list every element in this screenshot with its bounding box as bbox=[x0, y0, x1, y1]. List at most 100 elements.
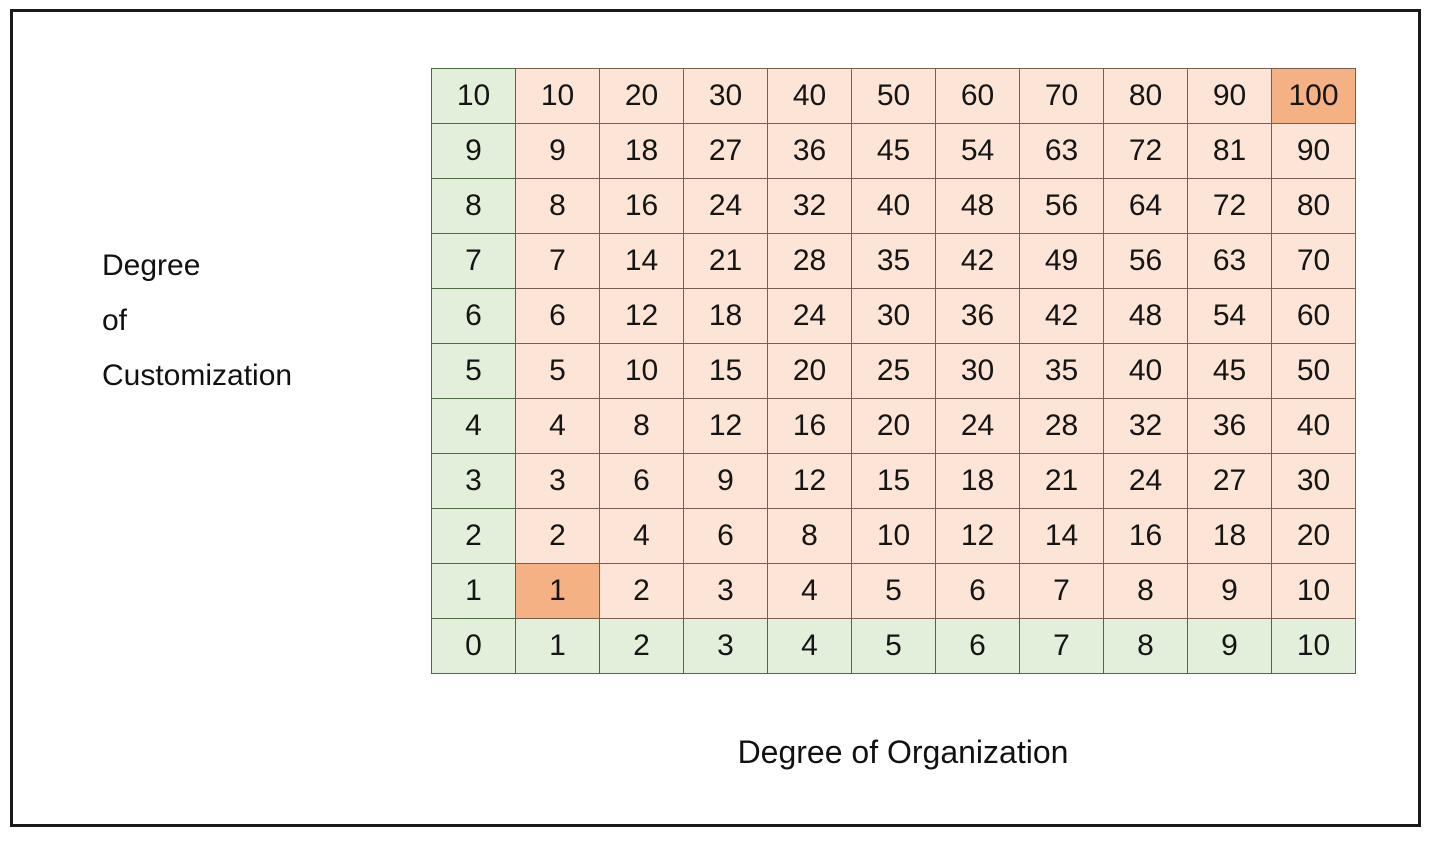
matrix-cell-3x4: 12 bbox=[767, 453, 852, 509]
highlighted-cell-1x1: 1 bbox=[515, 563, 600, 619]
matrix-cell-2x6: 12 bbox=[935, 508, 1020, 564]
matrix-cell-10x2: 20 bbox=[599, 68, 684, 124]
matrix-cell-5x8: 40 bbox=[1103, 343, 1188, 399]
matrix-cell-6x5: 30 bbox=[851, 288, 936, 344]
matrix-cell-6x1: 6 bbox=[515, 288, 600, 344]
matrix-cell-5x3: 15 bbox=[683, 343, 768, 399]
row-header-5: 5 bbox=[431, 343, 516, 399]
row-header-7: 7 bbox=[431, 233, 516, 289]
matrix-cell-6x10: 60 bbox=[1271, 288, 1356, 344]
matrix-cell-7x9: 63 bbox=[1187, 233, 1272, 289]
matrix-cell-5x9: 45 bbox=[1187, 343, 1272, 399]
column-header-2: 2 bbox=[599, 618, 684, 674]
matrix-cell-1x8: 8 bbox=[1103, 563, 1188, 619]
y-axis-label-line-2: of bbox=[102, 304, 128, 337]
row-header-6: 6 bbox=[431, 288, 516, 344]
multiplication-matrix: 10 10 20 30 40 50 60 70 80 90 100 9 9 18 27 36 45 54 63 72 8… bbox=[431, 68, 1356, 674]
matrix-cell-9x4: 36 bbox=[767, 123, 852, 179]
column-header-7: 7 bbox=[1019, 618, 1104, 674]
matrix-cell-7x6: 42 bbox=[935, 233, 1020, 289]
matrix-cell-1x2: 2 bbox=[599, 563, 684, 619]
matrix-cell-5x6: 30 bbox=[935, 343, 1020, 399]
y-axis-label-line-1: Degree bbox=[102, 249, 201, 282]
row-header-8: 8 bbox=[431, 178, 516, 234]
matrix-cell-9x1: 9 bbox=[515, 123, 600, 179]
matrix-cell-4x4: 16 bbox=[767, 398, 852, 454]
matrix-cell-3x3: 9 bbox=[683, 453, 768, 509]
matrix-cell-3x1: 3 bbox=[515, 453, 600, 509]
matrix-cell-8x7: 56 bbox=[1019, 178, 1104, 234]
row-header-9: 9 bbox=[431, 123, 516, 179]
matrix-cell-7x1: 7 bbox=[515, 233, 600, 289]
matrix-row-axis: 0 1 2 3 4 5 6 7 8 9 10 bbox=[431, 618, 1356, 674]
matrix-cell-9x2: 18 bbox=[599, 123, 684, 179]
matrix-cell-2x1: 2 bbox=[515, 508, 600, 564]
matrix-row: 5 5 10 15 20 25 30 35 40 45 50 bbox=[431, 343, 1356, 399]
matrix-cell-3x8: 24 bbox=[1103, 453, 1188, 509]
matrix-cell-3x10: 30 bbox=[1271, 453, 1356, 509]
matrix-cell-5x4: 20 bbox=[767, 343, 852, 399]
matrix-cell-9x3: 27 bbox=[683, 123, 768, 179]
matrix-cell-8x9: 72 bbox=[1187, 178, 1272, 234]
matrix-cell-6x6: 36 bbox=[935, 288, 1020, 344]
matrix-cell-4x2: 8 bbox=[599, 398, 684, 454]
matrix-cell-8x5: 40 bbox=[851, 178, 936, 234]
matrix-cell-8x3: 24 bbox=[683, 178, 768, 234]
matrix-cell-2x5: 10 bbox=[851, 508, 936, 564]
matrix-cell-2x10: 20 bbox=[1271, 508, 1356, 564]
matrix-cell-1x7: 7 bbox=[1019, 563, 1104, 619]
matrix-cell-10x4: 40 bbox=[767, 68, 852, 124]
column-header-8: 8 bbox=[1103, 618, 1188, 674]
slide-frame: Degree of Customization 10 10 20 30 40 50 60 70… bbox=[10, 9, 1421, 827]
matrix-cell-3x2: 6 bbox=[599, 453, 684, 509]
matrix-row: 6 6 12 18 24 30 36 42 48 54 60 bbox=[431, 288, 1356, 344]
matrix-cell-6x9: 54 bbox=[1187, 288, 1272, 344]
matrix-cell-1x10: 10 bbox=[1271, 563, 1356, 619]
matrix-cell-5x1: 5 bbox=[515, 343, 600, 399]
column-header-1: 1 bbox=[515, 618, 600, 674]
matrix-cell-4x7: 28 bbox=[1019, 398, 1104, 454]
matrix-cell-1x3: 3 bbox=[683, 563, 768, 619]
matrix-cell-6x8: 48 bbox=[1103, 288, 1188, 344]
matrix-cell-2x4: 8 bbox=[767, 508, 852, 564]
origin-cell: 0 bbox=[431, 618, 516, 674]
matrix-cell-7x4: 28 bbox=[767, 233, 852, 289]
highlighted-cell-10x10: 100 bbox=[1271, 68, 1356, 124]
matrix-cell-8x1: 8 bbox=[515, 178, 600, 234]
matrix-cell-5x7: 35 bbox=[1019, 343, 1104, 399]
row-header-10: 10 bbox=[431, 68, 516, 124]
matrix-cell-3x6: 18 bbox=[935, 453, 1020, 509]
matrix-cell-4x3: 12 bbox=[683, 398, 768, 454]
matrix-cell-2x8: 16 bbox=[1103, 508, 1188, 564]
matrix-cell-10x9: 90 bbox=[1187, 68, 1272, 124]
matrix-cell-5x5: 25 bbox=[851, 343, 936, 399]
matrix-cell-10x5: 50 bbox=[851, 68, 936, 124]
x-axis-label: Degree of Organization bbox=[737, 734, 1069, 770]
matrix-cell-2x9: 18 bbox=[1187, 508, 1272, 564]
matrix-cell-3x9: 27 bbox=[1187, 453, 1272, 509]
matrix-cell-9x8: 72 bbox=[1103, 123, 1188, 179]
matrix-cell-7x2: 14 bbox=[599, 233, 684, 289]
matrix-row: 9 9 18 27 36 45 54 63 72 81 90 bbox=[431, 123, 1356, 179]
matrix-cell-1x5: 5 bbox=[851, 563, 936, 619]
matrix-cell-3x7: 21 bbox=[1019, 453, 1104, 509]
matrix-cell-7x7: 49 bbox=[1019, 233, 1104, 289]
matrix-cell-9x10: 90 bbox=[1271, 123, 1356, 179]
matrix-row: 7 7 14 21 28 35 42 49 56 63 70 bbox=[431, 233, 1356, 289]
matrix-cell-8x10: 80 bbox=[1271, 178, 1356, 234]
row-header-2: 2 bbox=[431, 508, 516, 564]
matrix-cell-4x9: 36 bbox=[1187, 398, 1272, 454]
matrix-row: 8 8 16 24 32 40 48 56 64 72 80 bbox=[431, 178, 1356, 234]
matrix-cell-10x1: 10 bbox=[515, 68, 600, 124]
column-header-5: 5 bbox=[851, 618, 936, 674]
matrix-cell-7x3: 21 bbox=[683, 233, 768, 289]
matrix-cell-4x6: 24 bbox=[935, 398, 1020, 454]
matrix-cell-4x8: 32 bbox=[1103, 398, 1188, 454]
matrix-cell-6x4: 24 bbox=[767, 288, 852, 344]
matrix-cell-9x6: 54 bbox=[935, 123, 1020, 179]
matrix-cell-6x7: 42 bbox=[1019, 288, 1104, 344]
matrix-row: 4 4 8 12 16 20 24 28 32 36 40 bbox=[431, 398, 1356, 454]
matrix-cell-5x2: 10 bbox=[599, 343, 684, 399]
column-header-4: 4 bbox=[767, 618, 852, 674]
matrix-cell-2x7: 14 bbox=[1019, 508, 1104, 564]
